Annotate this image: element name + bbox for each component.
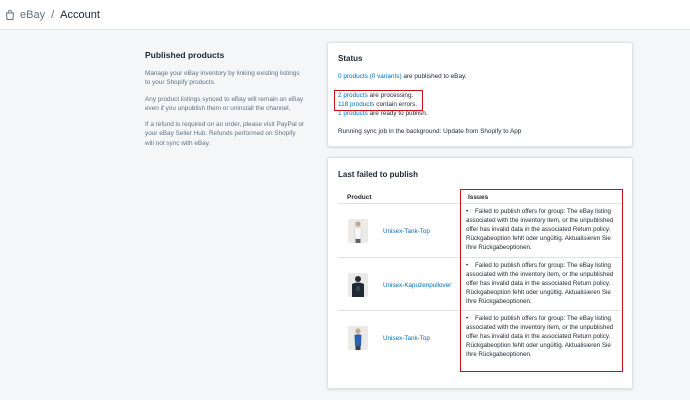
product-link[interactable]: Unisex-Kapuzenpullover [383,282,451,289]
product-thumbnail[interactable] [348,326,368,350]
description-paragraph: Manage your eBay inventory by linking ex… [145,70,300,87]
published-products-description: Published products Manage your eBay inve… [145,50,305,155]
published-products-link[interactable]: 0 products (0 variants) [338,73,402,80]
ready-status-line: 1 products are ready to publish. [338,110,428,117]
section-title: Published products [145,50,225,60]
product-link[interactable]: Unisex-Tank-Top [383,228,430,235]
status-title: Status [338,54,363,63]
shopping-bag-icon [4,9,16,21]
issues-highlight-box [460,189,623,372]
product-column-header: Product [347,194,372,201]
product-thumbnail[interactable] [348,273,368,297]
breadcrumb-app[interactable]: eBay [20,9,45,21]
page-title: Account [60,8,100,21]
description-paragraph: If a refund is required on an order, ple… [145,121,305,147]
status-highlight-box [334,90,423,111]
sync-job-status: Running sync job in the background: Upda… [338,128,522,135]
product-thumbnail[interactable] [348,219,368,243]
failed-publish-title: Last failed to publish [338,170,419,179]
published-status-line: 0 products (0 variants) are published to… [338,73,467,80]
breadcrumb-separator: / [51,8,55,21]
ready-products-link[interactable]: 1 products [338,110,368,117]
description-paragraph: Any product listings synced to eBay will… [145,95,304,112]
product-link[interactable]: Unisex-Tank-Top [383,335,430,342]
top-bar: eBay / Account [0,0,690,30]
